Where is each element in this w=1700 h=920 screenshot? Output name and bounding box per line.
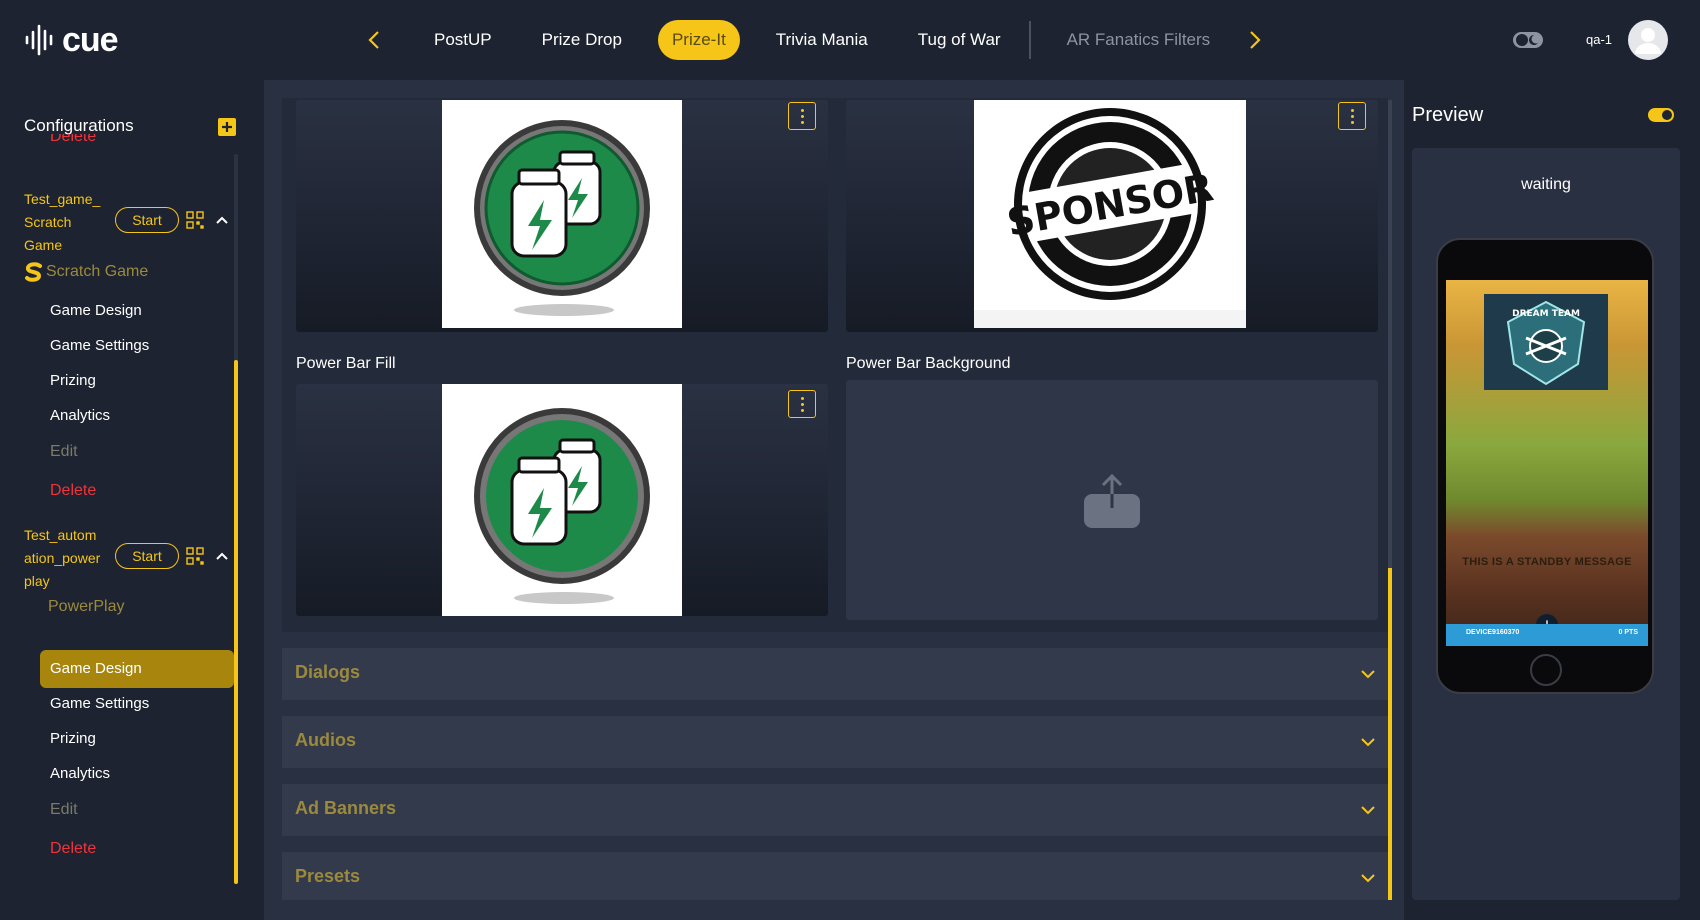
user-name: qa-1 xyxy=(1586,32,1613,47)
config-name-line: Test_game_ xyxy=(24,191,101,207)
theme-toggle-icon xyxy=(1513,32,1543,48)
config-type-label: Scratch Game xyxy=(46,263,149,280)
configurations-title: Configurations xyxy=(24,116,134,135)
top-bar: cue PostUP Prize Drop Prize-It Trivia Ma… xyxy=(0,0,1700,80)
accordion-label: Audios xyxy=(295,730,356,750)
phone-home-button xyxy=(1530,654,1562,686)
team-logo-image: DREAM TEAM xyxy=(1484,294,1608,390)
tab-ar-fanatics-filters[interactable]: AR Fanatics Filters xyxy=(1053,20,1225,60)
sidebar-item-prizing[interactable]: Prizing xyxy=(50,372,96,389)
tab-divider xyxy=(1028,21,1031,59)
power-bar-background-upload[interactable] xyxy=(846,380,1378,620)
chevron-down-icon xyxy=(1361,670,1375,679)
sidebar-item-delete[interactable]: Delete xyxy=(50,840,96,858)
sponsor-stamp-image: SPONSOR xyxy=(974,100,1246,328)
accordion-dialogs[interactable]: Dialogs xyxy=(282,648,1388,700)
points-display: 0 PTS xyxy=(1618,629,1638,636)
upload-icon xyxy=(1084,473,1140,528)
preview-status: waiting xyxy=(1521,176,1571,193)
sidebar-item-game-settings[interactable]: Game Settings xyxy=(50,337,149,354)
accordion-label: Ad Banners xyxy=(295,798,397,818)
game-tabs: PostUP Prize Drop Prize-It Trivia Mania … xyxy=(420,20,1246,60)
configurations-sidebar: Configurations Delete Test_game_ Scratch… xyxy=(0,80,264,920)
preview-panel: waiting DREAM TEAM THIS IS A STANDBY MES… xyxy=(1412,148,1680,900)
config-name-line: ation_power xyxy=(24,550,101,566)
accordion-label: Presets xyxy=(295,866,361,886)
phone-screen: DREAM TEAM THIS IS A STANDBY MESSAGE + D… xyxy=(1446,280,1648,646)
sidebar-item-game-design-active[interactable]: Game Design xyxy=(50,660,142,677)
plus-icon xyxy=(222,122,232,132)
chevron-left-icon xyxy=(368,31,379,49)
sidebar-item-game-settings[interactable]: Game Settings xyxy=(50,695,149,712)
logo-text: cue xyxy=(62,21,119,59)
sidebar-item-analytics[interactable]: Analytics xyxy=(50,407,110,424)
qr-code-icon[interactable] xyxy=(186,547,204,565)
sidebar-item-edit[interactable]: Edit xyxy=(50,443,78,461)
preview-title: Preview xyxy=(1412,104,1484,126)
sidebar-item-prizing[interactable]: Prizing xyxy=(50,730,96,747)
asset-options-button[interactable] xyxy=(788,390,816,418)
start-button[interactable]: Start xyxy=(115,543,179,569)
device-id: DEVICE9160370 xyxy=(1466,629,1520,636)
asset-card-power-icon[interactable] xyxy=(296,100,828,332)
qr-code-icon[interactable] xyxy=(186,211,204,229)
chevron-down-icon xyxy=(1361,738,1375,747)
user-avatar-icon xyxy=(1635,28,1661,54)
tab-trivia-mania[interactable]: Trivia Mania xyxy=(762,20,882,60)
config-name-line: Test_autom xyxy=(24,527,97,543)
tab-tug-of-war[interactable]: Tug of War xyxy=(904,20,1015,60)
theme-toggle[interactable] xyxy=(1512,30,1544,50)
tab-postup[interactable]: PostUP xyxy=(420,20,506,60)
tab-prize-drop[interactable]: Prize Drop xyxy=(528,20,636,60)
sidebar-scrollbar-thumb[interactable] xyxy=(234,360,238,884)
config-name-line: play xyxy=(24,573,50,589)
nav-next-arrow[interactable] xyxy=(1242,26,1266,54)
scratch-game-icon xyxy=(25,262,42,282)
chevron-down-icon xyxy=(1361,806,1375,815)
power-bar-fill-label: Power Bar Fill xyxy=(296,355,396,372)
standby-message: THIS IS A STANDBY MESSAGE xyxy=(1462,556,1632,568)
asset-options-button[interactable] xyxy=(1338,102,1366,130)
preview-toggle[interactable] xyxy=(1648,108,1674,122)
power-bottle-image xyxy=(442,100,682,328)
sidebar-delete-clipped[interactable]: Delete xyxy=(50,134,96,146)
accordion-presets[interactable]: Presets xyxy=(282,852,1388,900)
chevron-down-icon xyxy=(1361,874,1375,883)
asset-card-sponsor[interactable]: SPONSOR xyxy=(846,100,1378,332)
main-scrollbar-thumb[interactable] xyxy=(1388,568,1392,900)
app-logo[interactable]: cue xyxy=(24,20,119,60)
collapse-chevron-up-icon[interactable] xyxy=(214,212,230,228)
asset-card-power-bar-fill[interactable] xyxy=(296,384,828,616)
accordion-ad-banners[interactable]: Ad Banners xyxy=(282,784,1388,836)
sidebar-item-game-design[interactable]: Game Design xyxy=(50,302,142,319)
start-button[interactable]: Start xyxy=(115,207,179,233)
config-type-scratch-game: Scratch Game xyxy=(24,262,148,282)
power-bottle-image xyxy=(442,384,682,616)
power-bar-background-label: Power Bar Background xyxy=(846,355,1011,372)
accordion-audios[interactable]: Audios xyxy=(282,716,1388,768)
sidebar-item-edit[interactable]: Edit xyxy=(50,801,78,819)
config-name-line: Scratch xyxy=(24,214,72,230)
user-avatar[interactable] xyxy=(1628,20,1668,60)
config-name-test-automation-powerplay[interactable]: Test_autom ation_power play xyxy=(24,524,114,593)
sidebar-item-analytics[interactable]: Analytics xyxy=(50,765,110,782)
cue-logo-icon xyxy=(25,24,53,56)
config-name-test-game-scratch[interactable]: Test_game_ Scratch Game xyxy=(24,188,114,257)
chevron-right-icon xyxy=(1250,31,1261,49)
team-logo-text: DREAM TEAM xyxy=(1512,309,1580,319)
tab-prize-it[interactable]: Prize-It xyxy=(657,20,740,60)
config-name-line: Game xyxy=(24,237,63,253)
nav-prev-arrow[interactable] xyxy=(363,26,387,54)
phone-footer-bar: DEVICE9160370 0 PTS xyxy=(1446,624,1648,646)
phone-mockup: DREAM TEAM THIS IS A STANDBY MESSAGE + D… xyxy=(1436,238,1654,694)
asset-options-button[interactable] xyxy=(788,102,816,130)
add-configuration-button[interactable] xyxy=(218,118,236,136)
sidebar-item-delete[interactable]: Delete xyxy=(50,482,96,500)
accordion-label: Dialogs xyxy=(295,662,361,682)
config-type-powerplay: PowerPlay xyxy=(48,598,125,615)
collapse-chevron-up-icon[interactable] xyxy=(214,548,230,564)
